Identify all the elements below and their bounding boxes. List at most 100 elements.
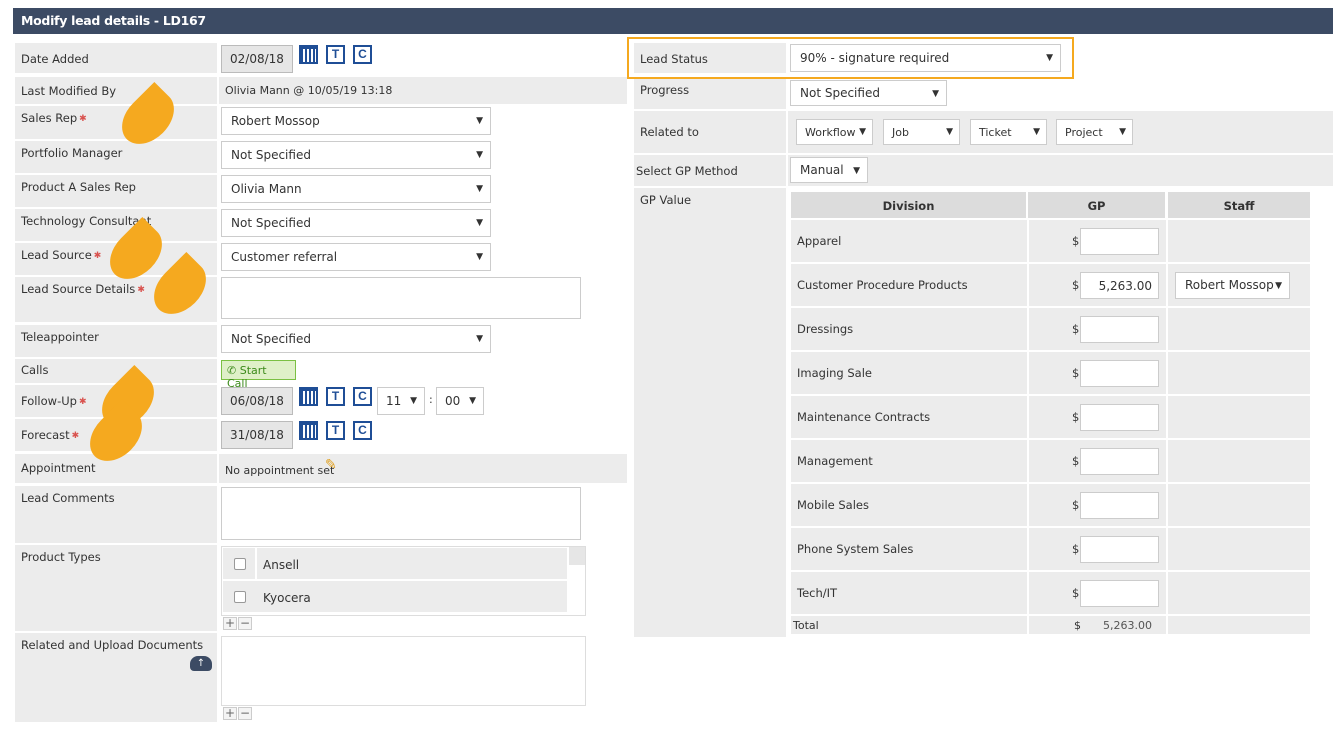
chevron-down-icon: ▼ <box>476 184 483 194</box>
chevron-down-icon: ▼ <box>476 150 483 160</box>
gp-method-select[interactable]: Manual ▼ <box>790 157 868 183</box>
related-to-label: Related to <box>634 111 786 153</box>
related-workflow-select[interactable]: Workflow ▼ <box>796 119 873 145</box>
start-call-button[interactable]: ✆ Start Call <box>221 360 296 390</box>
today-icon[interactable]: T <box>326 421 345 440</box>
related-job-select[interactable]: Job ▼ <box>883 119 960 145</box>
lead-source-select[interactable]: Customer referral ▼ <box>221 243 491 271</box>
technology-consultant-label: Technology Consultant <box>15 209 217 241</box>
required-marker: ✱ <box>93 250 102 261</box>
table-row: Phone System Sales $ <box>791 528 1310 570</box>
division-name: Imaging Sale <box>797 366 872 380</box>
related-docs-label: Related and Upload Documents <box>15 633 217 722</box>
currency-symbol: $ <box>1072 278 1080 292</box>
currency-symbol: $ <box>1072 586 1080 600</box>
gp-input[interactable] <box>1080 536 1159 563</box>
clear-icon[interactable]: C <box>353 421 372 440</box>
product-a-sales-rep-select[interactable]: Olivia Mann ▼ <box>221 175 491 203</box>
division-name: Mobile Sales <box>797 498 869 512</box>
chevron-down-icon: ▼ <box>1046 53 1053 63</box>
staff-header: Staff <box>1168 192 1310 218</box>
hour-select[interactable]: 11 ▼ <box>377 387 425 415</box>
table-row: Mobile Sales $ <box>791 484 1310 526</box>
related-project-select[interactable]: Project ▼ <box>1056 119 1133 145</box>
clear-icon[interactable]: C <box>353 387 372 406</box>
remove-icon[interactable]: − <box>238 617 252 630</box>
add-icon[interactable]: + <box>223 617 237 630</box>
chevron-down-icon: ▼ <box>410 396 417 406</box>
forecast-date-field[interactable]: 31/08/18 <box>221 421 293 449</box>
chevron-down-icon: ▼ <box>1119 127 1126 137</box>
gp-input[interactable] <box>1080 404 1159 431</box>
date-added-field[interactable]: 02/08/18 <box>221 45 293 73</box>
remove-icon[interactable]: − <box>238 707 252 720</box>
currency-symbol: $ <box>1072 542 1080 556</box>
product-a-sales-rep-label: Product A Sales Rep <box>15 175 217 207</box>
product-type-ansell: Ansell <box>263 558 300 572</box>
gp-input[interactable] <box>1080 360 1159 387</box>
chevron-down-icon: ▼ <box>932 89 939 99</box>
chevron-down-icon: ▼ <box>946 127 953 137</box>
currency-symbol: $ <box>1072 498 1080 512</box>
division-name: Dressings <box>797 322 854 336</box>
today-icon[interactable]: T <box>326 387 345 406</box>
division-name: Management <box>797 454 873 468</box>
progress-label: Progress <box>634 79 786 109</box>
add-icon[interactable]: + <box>223 707 237 720</box>
gp-input[interactable]: 5,263.00 <box>1080 272 1159 299</box>
staff-select[interactable]: Robert Mossop ▼ <box>1175 272 1290 299</box>
division-name: Tech/IT <box>797 586 838 600</box>
gp-input[interactable] <box>1080 316 1159 343</box>
required-marker: ✱ <box>71 430 80 441</box>
gp-input[interactable] <box>1080 448 1159 475</box>
total-row: Total $5,263.00 <box>791 616 1310 634</box>
documents-area[interactable] <box>221 636 586 706</box>
pencil-icon[interactable]: ✎ <box>325 457 337 473</box>
ansell-checkbox[interactable] <box>234 558 246 570</box>
division-header: Division <box>791 192 1026 218</box>
currency-symbol: $ <box>1072 322 1080 336</box>
lead-status-select[interactable]: 90% - signature required ▼ <box>790 44 1061 72</box>
progress-select[interactable]: Not Specified ▼ <box>790 80 947 106</box>
related-ticket-select[interactable]: Ticket ▼ <box>970 119 1047 145</box>
follow-up-date-field[interactable]: 06/08/18 <box>221 387 293 415</box>
division-name: Apparel <box>797 234 842 248</box>
table-row: Customer Procedure Products $5,263.00 Robe… <box>791 264 1310 306</box>
calendar-icon[interactable] <box>299 421 318 440</box>
technology-consultant-select[interactable]: Not Specified ▼ <box>221 209 491 237</box>
division-name: Phone System Sales <box>797 542 914 556</box>
currency-symbol: $ <box>1072 366 1080 380</box>
lead-comments-textarea[interactable] <box>221 487 581 540</box>
chevron-down-icon: ▼ <box>476 116 483 126</box>
gp-header: GP <box>1028 192 1165 218</box>
required-marker: ✱ <box>78 396 87 407</box>
portfolio-manager-label: Portfolio Manager <box>15 141 217 173</box>
gp-input[interactable] <box>1080 492 1159 519</box>
table-row: Apparel $ <box>791 220 1310 262</box>
sales-rep-select[interactable]: Robert Mossop ▼ <box>221 107 491 135</box>
calls-label: Calls <box>15 359 217 383</box>
teleappointer-select[interactable]: Not Specified ▼ <box>221 325 491 353</box>
calendar-icon[interactable] <box>299 45 318 64</box>
gp-input[interactable] <box>1080 228 1159 255</box>
lead-comments-label: Lead Comments <box>15 486 217 543</box>
currency-symbol: $ <box>1072 410 1080 424</box>
calendar-icon[interactable] <box>299 387 318 406</box>
upload-cloud-icon[interactable]: ↑ <box>190 656 212 671</box>
minute-select[interactable]: 00 ▼ <box>436 387 484 415</box>
currency-symbol: $ <box>1072 234 1080 248</box>
sales-rep-label: Sales Rep ✱ <box>15 106 217 139</box>
portfolio-manager-select[interactable]: Not Specified ▼ <box>221 141 491 169</box>
chevron-down-icon: ▼ <box>859 127 866 137</box>
chevron-down-icon: ▼ <box>476 334 483 344</box>
kyocera-checkbox[interactable] <box>234 591 246 603</box>
gp-input[interactable] <box>1080 580 1159 607</box>
chevron-down-icon: ▼ <box>469 396 476 406</box>
today-icon[interactable]: T <box>326 45 345 64</box>
gp-value-label: GP Value <box>634 188 786 637</box>
scrollbar[interactable] <box>569 547 585 565</box>
lead-source-details-textarea[interactable] <box>221 277 581 319</box>
date-added-label: Date Added <box>15 43 217 73</box>
required-marker: ✱ <box>137 284 145 295</box>
clear-icon[interactable]: C <box>353 45 372 64</box>
